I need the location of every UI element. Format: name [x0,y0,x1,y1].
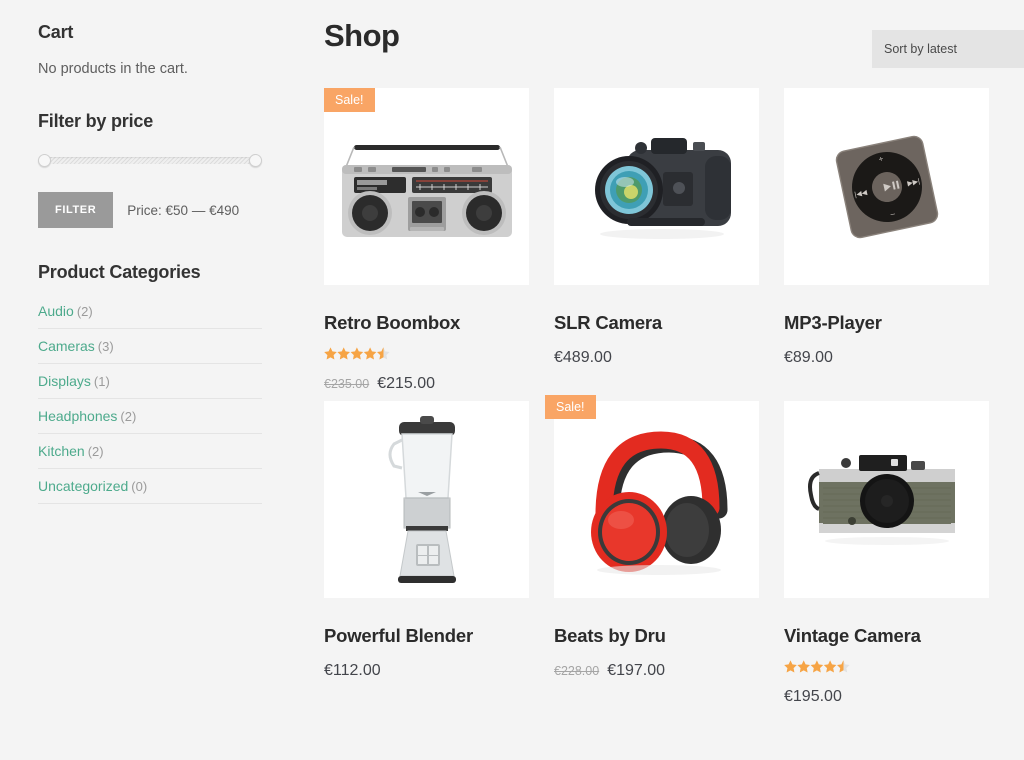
slider-handle-max[interactable] [249,154,262,167]
category-link[interactable]: Uncategorized [38,478,128,494]
category-list: Audio (2) Cameras (3) Displays (1) Headphon… [38,301,262,504]
category-item-displays[interactable]: Displays (1) [38,364,262,399]
product-price: €112.00 [324,662,529,680]
slr-camera-image [594,137,731,239]
sale-badge: Sale! [324,88,375,113]
category-link[interactable]: Kitchen [38,443,85,459]
shop-header: Shop Sort by latest [324,18,1024,80]
star-rating-icon [784,660,850,673]
product-price-current: €89.00 [784,349,833,366]
category-link[interactable]: Headphones [38,408,117,424]
product-categories-widget: Product Categories Audio (2) Cameras (3) D… [38,262,262,504]
product-rating [324,347,529,360]
product-thumbnail[interactable] [324,401,529,598]
slider-handle-min[interactable] [38,154,51,167]
blender-image [388,415,456,583]
product-name[interactable]: Beats by Dru [554,625,759,647]
product-thumbnail[interactable] [324,88,529,285]
product-price: €89.00 [784,349,989,367]
star-rating-icon [324,347,390,360]
product-thumbnail[interactable]: + – |◀◀ ▶▶| [784,88,989,285]
price-range-label: Price: €50 — €490 [127,202,240,218]
product-price-current: €215.00 [377,375,436,392]
mp3-player-image: + – |◀◀ ▶▶| [835,135,938,238]
product-price-current: €489.00 [554,349,612,366]
sort-by-dropdown[interactable]: Sort by latest [872,30,1024,68]
product-name[interactable]: Vintage Camera [784,625,989,647]
product-rating [784,660,989,673]
filter-button[interactable]: FILTER [38,192,114,228]
price-range-slider[interactable] [38,154,262,167]
category-count: (2) [120,409,137,424]
product-name[interactable]: SLR Camera [554,312,759,334]
sidebar: Cart No products in the cart. Filter by … [0,0,300,760]
headphones-image [591,431,728,575]
product-thumbnail-wrapper[interactable]: + – |◀◀ ▶▶| MP3-Player €89.00 [784,88,989,401]
product-price: €489.00 [554,349,759,367]
vintage-camera-image [808,455,955,545]
product-price: €195.00 [784,688,989,706]
category-link[interactable]: Cameras [38,338,95,354]
product-card[interactable]: Powerful Blender €112.00 [324,401,529,714]
sale-badge: Sale! [545,395,596,420]
product-price: €228.00 €197.00 [554,662,759,680]
category-link[interactable]: Displays [38,373,91,389]
product-price-current: €112.00 [324,662,381,679]
category-link[interactable]: Audio [38,303,74,319]
shop-page: Cart No products in the cart. Filter by … [0,0,1024,760]
category-item-uncategorized[interactable]: Uncategorized (0) [38,469,262,504]
category-item-audio[interactable]: Audio (2) [38,301,262,329]
category-count: (0) [131,479,148,494]
product-name[interactable]: Powerful Blender [324,625,529,647]
product-card[interactable]: Sale! Retro Boombox €235.00 €215.00 [324,88,529,401]
price-filter-title: Filter by price [38,111,154,131]
product-thumbnail[interactable] [784,401,989,598]
category-count: (3) [97,339,114,354]
category-count: (1) [93,374,110,389]
category-item-headphones[interactable]: Headphones (2) [38,399,262,434]
product-categories-title: Product Categories [38,262,201,282]
price-filter-row: FILTER Price: €50 — €490 [38,192,262,228]
product-name[interactable]: Retro Boombox [324,312,529,334]
product-price-current: €197.00 [607,662,666,679]
product-grid: Sale! Retro Boombox €235.00 €215.00 SLR … [324,88,1024,714]
shop-main: Shop Sort by latest Sale! Retro Boombox … [300,0,1024,760]
category-count: (2) [76,304,93,319]
cart-empty-message: No products in the cart. [38,61,188,77]
category-count: (2) [87,444,104,459]
cart-widget-title: Cart [38,22,74,42]
cart-widget: Cart No products in the cart. [38,22,262,77]
product-price: €235.00 €215.00 [324,375,529,393]
product-price-original: €235.00 [324,377,370,391]
slider-track[interactable] [38,157,262,164]
sort-by-selected-value: Sort by latest [884,42,957,56]
product-price-current: €195.00 [784,688,842,705]
product-thumbnail[interactable] [554,401,759,598]
category-item-cameras[interactable]: Cameras (3) [38,329,262,364]
boombox-image [341,144,512,237]
product-name[interactable]: MP3-Player [784,312,989,334]
category-item-kitchen[interactable]: Kitchen (2) [38,434,262,469]
product-card[interactable]: Sale! Beats by Dru €228.00 €197.00 [545,395,759,714]
product-price-original: €228.00 [554,664,600,678]
price-filter-widget: Filter by price FILTER Price: €50 — €490 [38,111,262,228]
product-card[interactable]: SLR Camera €489.00 [554,88,759,401]
product-thumbnail[interactable] [554,88,759,285]
product-card[interactable]: Vintage Camera €195.00 [784,401,989,714]
